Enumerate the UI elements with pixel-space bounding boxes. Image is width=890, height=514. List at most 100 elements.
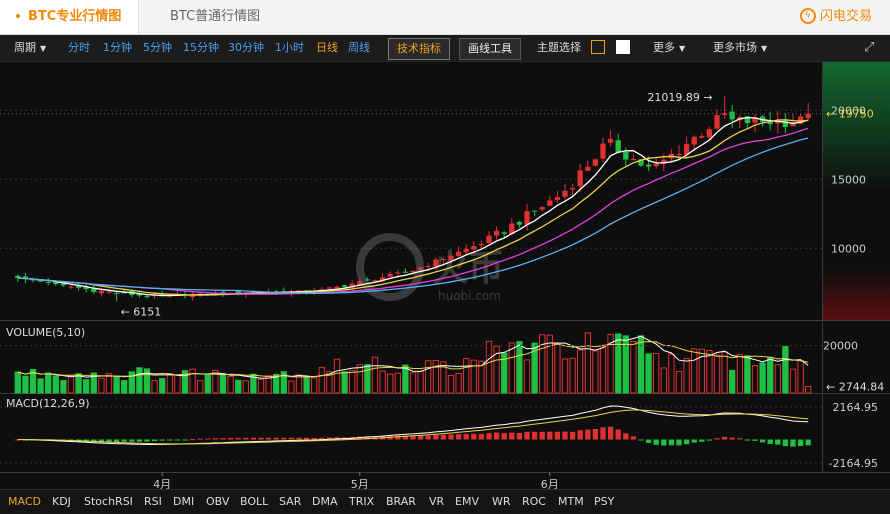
volume-bar bbox=[136, 367, 143, 394]
macd-bar bbox=[706, 439, 713, 441]
macd-bar bbox=[250, 437, 257, 440]
interval-timeshare[interactable]: 分时 bbox=[68, 35, 90, 61]
indicator-emv[interactable]: EMV bbox=[455, 490, 479, 514]
interval-1hour[interactable]: 1小时 bbox=[275, 35, 304, 61]
volume-bar bbox=[744, 355, 751, 394]
candle-body bbox=[440, 259, 447, 261]
volume-bar bbox=[83, 379, 90, 394]
candle-body bbox=[729, 111, 735, 120]
chart-area[interactable]: 100001500020000火币huobi.com21019.89 →← 61… bbox=[0, 62, 890, 489]
toolbar: 周期 ▼ 分时 1分钟 5分钟 15分钟 30分钟 1小时 日线 周线 技术指标 … bbox=[0, 35, 890, 62]
indicator-obv[interactable]: OBV bbox=[206, 490, 229, 514]
more-dropdown[interactable]: 更多 ▼ bbox=[653, 35, 685, 61]
macd-tick-label: 2164.95 bbox=[833, 401, 879, 414]
candle-body bbox=[417, 267, 424, 271]
more-markets-dropdown[interactable]: 更多市场 ▼ bbox=[713, 35, 767, 61]
macd-bar bbox=[600, 427, 606, 440]
candle-body bbox=[144, 296, 150, 298]
volume-bar bbox=[204, 373, 211, 394]
macd-bar bbox=[182, 439, 188, 441]
active-dot bbox=[16, 13, 20, 18]
interval-1min[interactable]: 1分钟 bbox=[103, 35, 132, 61]
macd-bar bbox=[547, 431, 553, 440]
candle-body bbox=[448, 255, 454, 261]
indicator-dmi[interactable]: DMI bbox=[173, 490, 194, 514]
candle-body bbox=[615, 140, 621, 153]
macd-bar bbox=[661, 439, 667, 446]
interval-30min[interactable]: 30分钟 bbox=[228, 35, 264, 61]
macd-bar bbox=[531, 431, 538, 440]
flash-trade-link[interactable]: ϟ 闪电交易 bbox=[799, 7, 872, 27]
macd-bar bbox=[577, 430, 583, 440]
indicator-rsi[interactable]: RSI bbox=[144, 490, 162, 514]
theme-label: 主题选择 bbox=[537, 41, 581, 54]
period-dropdown[interactable]: 周期 ▼ bbox=[14, 35, 46, 61]
volume-bar bbox=[341, 371, 348, 394]
x-tick-label: 6月 bbox=[541, 478, 559, 489]
tech-indicator-button[interactable]: 技术指标 bbox=[388, 38, 450, 60]
macd-bar bbox=[782, 439, 789, 447]
tab-pro-chart[interactable]: BTC专业行情图 bbox=[0, 0, 139, 34]
indicator-dma[interactable]: DMA bbox=[312, 490, 338, 514]
x-tick-label: 4月 bbox=[153, 478, 171, 489]
macd-bar bbox=[425, 435, 431, 440]
interval-daily[interactable]: 日线 bbox=[316, 35, 338, 61]
theme-light-swatch[interactable] bbox=[616, 40, 630, 54]
indicator-trix[interactable]: TRIX bbox=[349, 490, 374, 514]
price-tick-label: 10000 bbox=[831, 242, 866, 255]
macd-bar bbox=[159, 439, 165, 441]
macd-bar bbox=[448, 434, 454, 440]
tab-bar: BTC专业行情图 BTC普通行情图 ϟ 闪电交易 bbox=[0, 0, 890, 35]
indicator-kdj[interactable]: KDJ bbox=[52, 490, 71, 514]
macd-bar bbox=[524, 431, 530, 440]
macd-bar bbox=[151, 439, 158, 442]
macd-bar bbox=[121, 439, 127, 442]
interval-5min[interactable]: 5分钟 bbox=[143, 35, 172, 61]
candle-body bbox=[691, 136, 697, 145]
macd-bar bbox=[129, 439, 135, 442]
indicator-macd[interactable]: MACD bbox=[8, 490, 41, 514]
indicator-wr[interactable]: WR bbox=[492, 490, 511, 514]
macd-bar bbox=[440, 434, 447, 440]
volume-tick-label: 20000 bbox=[823, 340, 858, 353]
interval-weekly[interactable]: 周线 bbox=[348, 35, 370, 61]
interval-15min[interactable]: 15分钟 bbox=[183, 35, 219, 61]
fullscreen-icon[interactable]: ⤢ bbox=[864, 35, 874, 61]
candle-body bbox=[478, 243, 485, 246]
candle-body bbox=[524, 211, 530, 225]
volume-bar bbox=[113, 375, 120, 394]
macd-bar bbox=[775, 439, 781, 445]
indicator-boll[interactable]: BOLL bbox=[240, 490, 268, 514]
macd-bar bbox=[281, 437, 287, 440]
indicator-stochrsi[interactable]: StochRSI bbox=[84, 490, 133, 514]
draw-tool-button[interactable]: 画线工具 bbox=[459, 38, 521, 60]
candle-body bbox=[645, 164, 652, 167]
macd-bar bbox=[721, 436, 728, 440]
high-marker-label: 21019.89 → bbox=[647, 91, 712, 104]
caret-down-icon: ▼ bbox=[761, 44, 768, 53]
tab-basic-chart[interactable]: BTC普通行情图 bbox=[170, 0, 260, 34]
macd-bar bbox=[759, 439, 766, 443]
indicator-vr[interactable]: VR bbox=[429, 490, 444, 514]
theme-dark-swatch[interactable] bbox=[591, 40, 605, 54]
macd-bar bbox=[174, 439, 181, 441]
macd-bar bbox=[691, 439, 697, 443]
volume-bar bbox=[235, 379, 242, 394]
macd-bar bbox=[273, 437, 279, 440]
macd-bar bbox=[645, 439, 652, 444]
candle-body bbox=[600, 143, 606, 159]
candle-body bbox=[395, 272, 401, 274]
volume-last-label: ← 2744.84 bbox=[826, 381, 884, 394]
indicator-roc[interactable]: ROC bbox=[522, 490, 546, 514]
indicator-sar[interactable]: SAR bbox=[279, 490, 301, 514]
macd-bar bbox=[311, 437, 317, 440]
macd-bar bbox=[265, 437, 272, 440]
candle-body bbox=[805, 113, 811, 119]
indicator-psy[interactable]: PSY bbox=[594, 490, 614, 514]
macd-bar bbox=[630, 436, 637, 440]
indicator-brar[interactable]: BRAR bbox=[386, 490, 416, 514]
candle-body bbox=[341, 285, 348, 287]
indicator-mtm[interactable]: MTM bbox=[558, 490, 584, 514]
candle-body bbox=[569, 187, 576, 190]
volume-bar bbox=[121, 380, 128, 394]
